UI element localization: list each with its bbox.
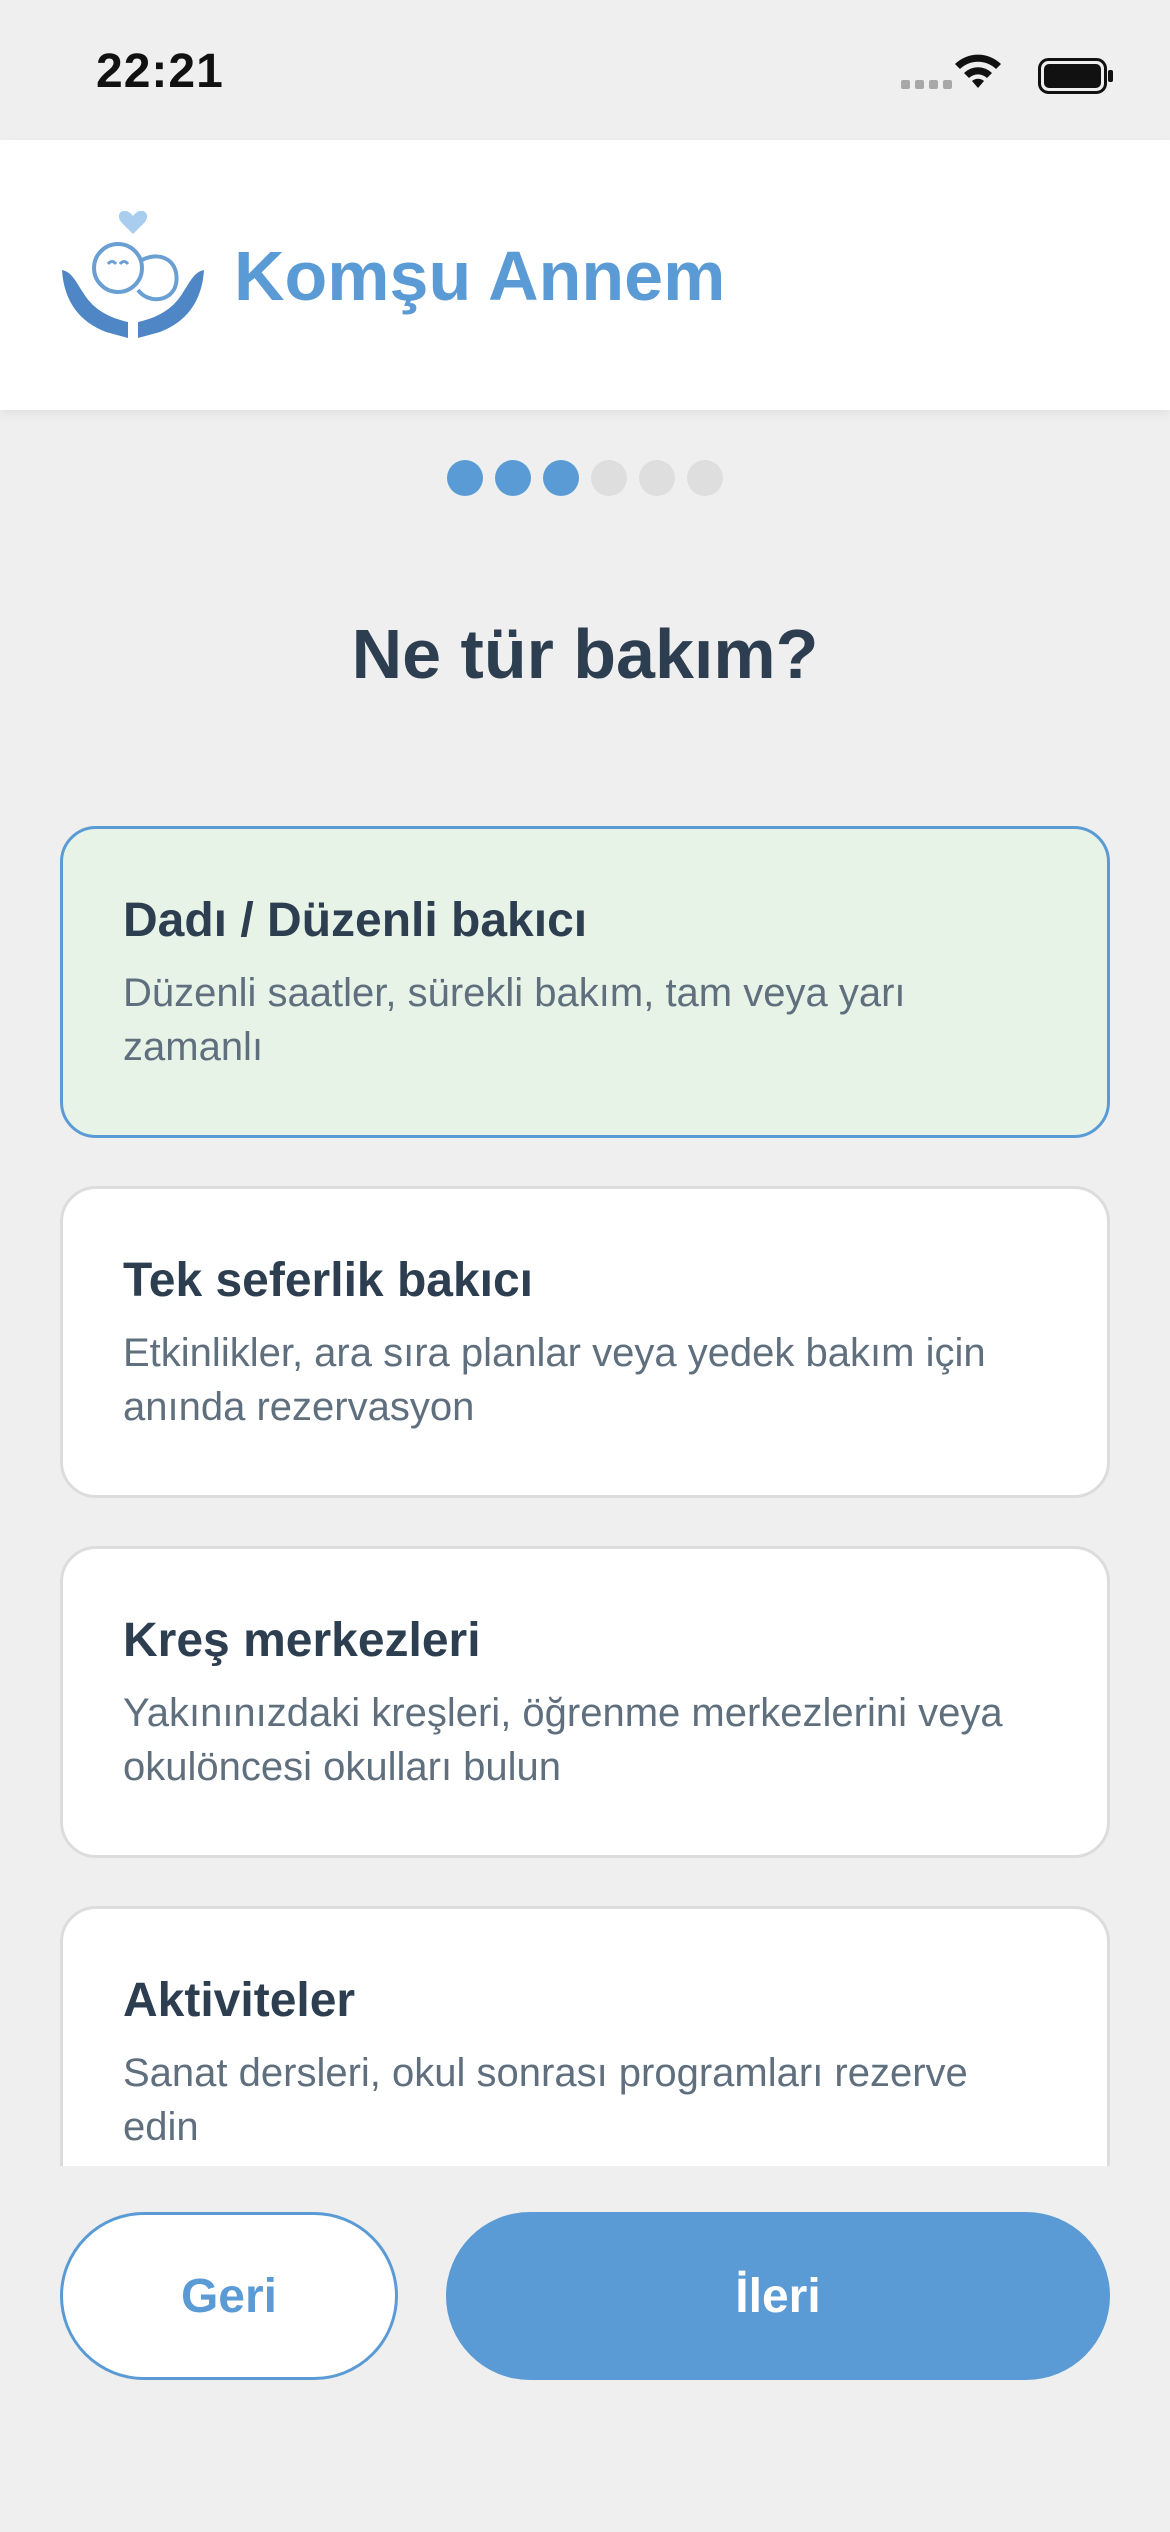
progress-dot [639, 460, 675, 496]
status-bar: 22:21 [0, 0, 1170, 140]
app-header: Komşu Annem [0, 140, 1170, 410]
progress-dot [543, 460, 579, 496]
step-progress-indicator [0, 460, 1170, 496]
option-title: Aktiviteler [123, 1974, 356, 2027]
option-card-daycare-centers[interactable]: Kreş merkezleri Yakınınızdaki kreşleri, … [60, 1546, 1110, 1858]
progress-dot [591, 460, 627, 496]
option-description: Düzenli saatler, sürekli bakım, tam veya… [123, 971, 906, 1069]
wifi-icon [955, 54, 1001, 88]
option-description: Sanat dersleri, okul sonrası programları… [123, 2051, 968, 2149]
progress-dot [495, 460, 531, 496]
back-button[interactable]: Geri [60, 2212, 398, 2380]
option-title: Kreş merkezleri [123, 1614, 481, 1667]
option-title: Dadı / Düzenli bakıcı [123, 894, 588, 947]
baby-in-hands-icon [62, 210, 204, 338]
progress-dot [447, 460, 483, 496]
option-description: Yakınınızdaki kreşleri, öğrenme merkezle… [123, 1691, 1003, 1789]
option-title: Tek seferlik bakıcı [123, 1254, 534, 1307]
care-type-options-list[interactable]: Dadı / Düzenli bakıcı Düzenli saatler, s… [60, 826, 1110, 2166]
option-description: Etkinlikler, ara sıra planlar veya yedek… [123, 1331, 986, 1429]
battery-icon [1038, 58, 1113, 94]
option-card-nanny[interactable]: Dadı / Düzenli bakıcı Düzenli saatler, s… [60, 826, 1110, 1138]
next-button[interactable]: İleri [446, 2212, 1110, 2380]
app-brand-title: Komşu Annem [234, 237, 726, 315]
page-title: Ne tür bakım? [351, 615, 819, 693]
progress-dot [687, 460, 723, 496]
status-time: 22:21 [96, 45, 224, 98]
cellular-signal-icon [901, 80, 952, 89]
option-card-activities[interactable]: Aktiviteler Sanat dersleri, okul sonrası… [60, 1906, 1110, 2166]
option-card-one-time-sitter[interactable]: Tek seferlik bakıcı Etkinlikler, ara sır… [60, 1186, 1110, 1498]
